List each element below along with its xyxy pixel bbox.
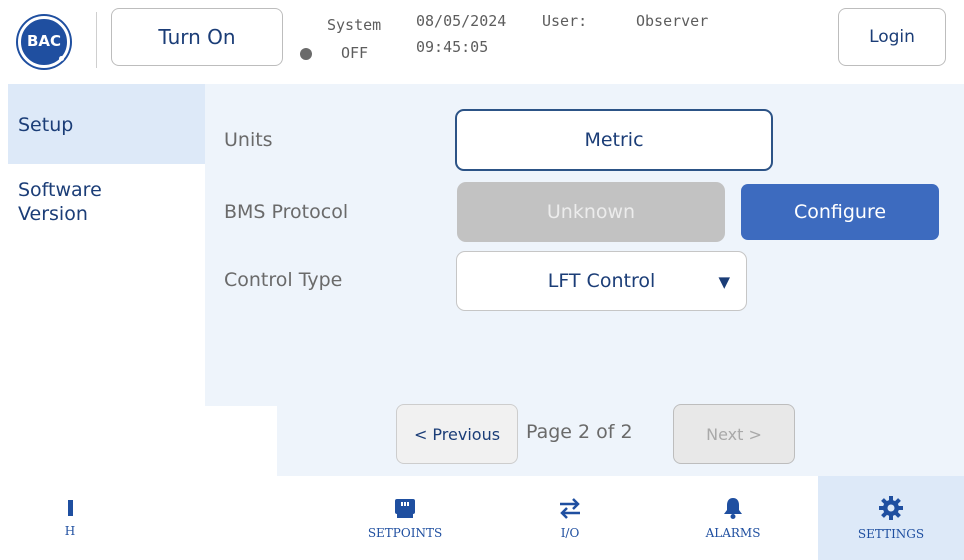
gear-icon bbox=[879, 496, 903, 520]
logo-mark bbox=[59, 56, 64, 61]
bottom-navigation: H SETPOINTS I/O ALARMS SETTINGS bbox=[0, 476, 964, 560]
home-icon bbox=[68, 500, 73, 516]
bms-protocol-field: Unknown bbox=[457, 182, 725, 242]
system-status-indicator bbox=[300, 48, 312, 60]
nav-io-label: I/O bbox=[560, 526, 580, 540]
nav-alarms[interactable]: ALARMS bbox=[683, 476, 783, 560]
bms-protocol-label: BMS Protocol bbox=[224, 201, 349, 223]
previous-page-button[interactable]: < Previous bbox=[396, 404, 518, 464]
bell-icon bbox=[724, 498, 742, 519]
nav-home[interactable]: H bbox=[50, 476, 90, 560]
header-bar: BAC Turn On System OFF 08/05/2024 09:45:… bbox=[0, 0, 964, 84]
user-value: Observer bbox=[636, 12, 709, 30]
sidebar-item-software-version[interactable]: Software Version bbox=[8, 178, 128, 238]
configure-button[interactable]: Configure bbox=[741, 184, 939, 240]
user-label: User: bbox=[542, 12, 588, 30]
nav-settings-label: SETTINGS bbox=[857, 527, 925, 541]
login-button[interactable]: Login bbox=[838, 8, 946, 66]
units-toggle-button[interactable]: Metric bbox=[455, 109, 773, 171]
nav-setpoints-label: SETPOINTS bbox=[367, 526, 443, 540]
header-divider bbox=[96, 12, 97, 68]
dropdown-caret-icon: ▼ bbox=[718, 273, 730, 291]
nav-io[interactable]: I/O bbox=[520, 476, 620, 560]
sidebar-item-setup[interactable]: Setup bbox=[8, 84, 205, 164]
control-type-select[interactable]: LFT Control ▼ bbox=[456, 251, 747, 311]
swap-arrows-icon bbox=[560, 498, 580, 519]
date-display: 08/05/2024 bbox=[416, 12, 507, 30]
nav-alarms-label: ALARMS bbox=[705, 526, 761, 540]
control-type-value: LFT Control bbox=[547, 270, 656, 292]
page-indicator: Page 2 of 2 bbox=[526, 421, 633, 443]
time-display: 09:45:05 bbox=[416, 38, 489, 56]
next-page-button: Next > bbox=[673, 404, 795, 464]
module-icon bbox=[395, 499, 415, 518]
bac-logo: BAC bbox=[18, 16, 70, 68]
turn-on-button[interactable]: Turn On bbox=[111, 8, 283, 66]
logo-text: BAC bbox=[26, 32, 62, 50]
control-type-label: Control Type bbox=[224, 269, 343, 291]
nav-home-label: H bbox=[64, 524, 76, 538]
system-label: System bbox=[327, 16, 382, 34]
nav-settings[interactable]: SETTINGS bbox=[818, 476, 964, 560]
units-label: Units bbox=[224, 129, 273, 151]
nav-setpoints[interactable]: SETPOINTS bbox=[355, 476, 455, 560]
system-state: OFF bbox=[341, 44, 369, 62]
